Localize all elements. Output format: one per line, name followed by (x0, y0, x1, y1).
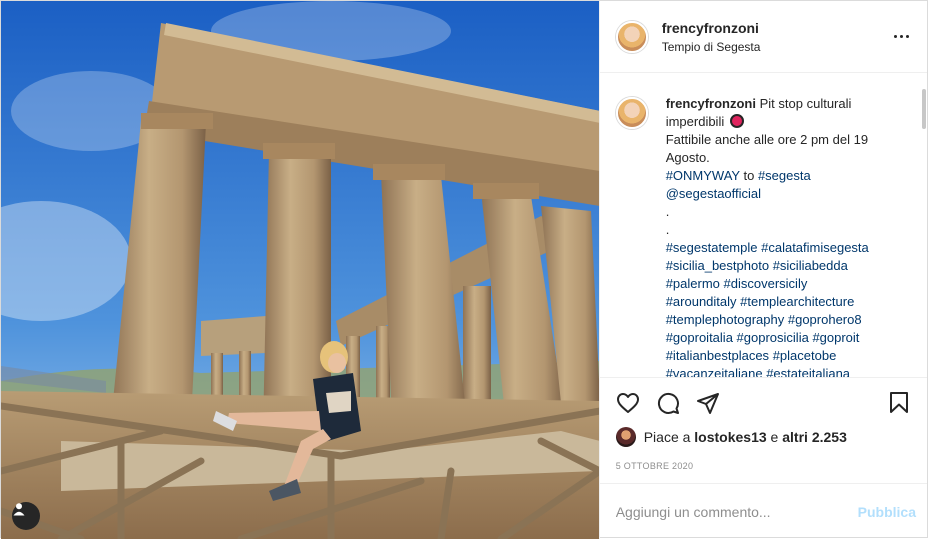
post-side-panel: frencyfronzoni Tempio di Segesta frencyf… (598, 1, 927, 539)
publish-button[interactable]: Pubblica (858, 504, 916, 520)
temple-photo-illustration (1, 1, 599, 539)
hashtag[interactable]: #arounditaly (666, 294, 737, 309)
header-text: frencyfronzoni Tempio di Segesta (662, 20, 889, 54)
hashtag[interactable]: #templearchitecture (740, 294, 854, 309)
liker-username[interactable]: lostokes13 (694, 429, 766, 445)
user-tag-button[interactable] (12, 502, 40, 530)
post-date[interactable]: 5 OTTOBRE 2020 (600, 449, 927, 483)
caption: frencyfronzoni Pit stop culturali imperd… (615, 95, 911, 377)
caption-username[interactable]: frencyfronzoni (666, 96, 756, 111)
hashtag[interactable]: #sicilia_bestphoto (666, 258, 769, 273)
likes-summary: Piace a lostokes13 e altri 2.253 (600, 425, 927, 449)
heart-icon (616, 392, 639, 413)
hashtag[interactable]: #italianbestplaces (666, 348, 769, 363)
post-header: frencyfronzoni Tempio di Segesta (599, 1, 927, 73)
post-photo[interactable] (1, 1, 599, 539)
likes-prefix: Piace a (643, 429, 695, 445)
save-button[interactable] (879, 383, 919, 423)
hashtag[interactable]: #goproitalia (666, 330, 733, 345)
comment-input[interactable] (615, 503, 858, 520)
comments-scrollbar[interactable] (922, 89, 926, 129)
hashtag[interactable]: #placetobe (773, 348, 837, 363)
hashtag[interactable]: #templephotography (666, 312, 785, 327)
hashtag[interactable]: #segestatemple (666, 240, 758, 255)
liker-avatar[interactable] (615, 427, 636, 447)
share-button[interactable] (688, 383, 728, 423)
red-circle-emoji-icon (729, 114, 744, 128)
user-tag-icon (13, 503, 25, 516)
author-avatar[interactable] (615, 20, 648, 53)
caption-dot: . (665, 222, 670, 237)
author-username[interactable]: frencyfronzoni (662, 20, 889, 36)
hashtag[interactable]: #palermo (666, 276, 720, 291)
comments-area[interactable]: frencyfronzoni Pit stop culturali imperd… (600, 73, 927, 377)
hashtag[interactable]: #calatafimisegesta (761, 240, 869, 255)
mention-segestaofficial[interactable]: @segestaofficial (666, 186, 761, 201)
hashtag[interactable]: #estateitaliana (766, 366, 850, 377)
hashtag[interactable]: #goproit (812, 330, 859, 345)
post-location[interactable]: Tempio di Segesta (662, 40, 889, 54)
caption-to: to (739, 168, 758, 183)
like-button[interactable] (608, 383, 648, 423)
hashtag[interactable]: #goprosicilia (737, 330, 809, 345)
likes-text: Piace a lostokes13 e altri 2.253 (644, 429, 847, 445)
hashtag-onmyway[interactable]: #ONMYWAY (666, 168, 740, 183)
action-bar (599, 377, 927, 427)
likes-others[interactable]: altri 2.253 (782, 429, 847, 445)
hashtag[interactable]: #goprohero8 (788, 312, 862, 327)
post-container: frencyfronzoni Tempio di Segesta frencyf… (0, 0, 928, 539)
hashtag-segesta[interactable]: #segesta (758, 168, 811, 183)
hashtag[interactable]: #discoversicily (724, 276, 808, 291)
hashtag[interactable]: #siciliabedda (773, 258, 848, 273)
paper-plane-icon (696, 392, 719, 414)
more-options-icon[interactable] (889, 25, 913, 49)
comment-icon (657, 392, 679, 414)
likes-middle: e (766, 429, 783, 445)
hashtag[interactable]: #vacanzeitaliane (666, 366, 763, 377)
bookmark-icon (890, 391, 908, 413)
comment-button[interactable] (648, 383, 688, 423)
caption-avatar[interactable] (615, 97, 648, 129)
add-comment-bar: Pubblica (599, 483, 927, 539)
caption-line2: Fattibile anche alle ore 2 pm del 19 Ago… (665, 132, 869, 165)
caption-body: frencyfronzoni Pit stop culturali imperd… (666, 95, 896, 377)
caption-dot: . (665, 204, 670, 219)
